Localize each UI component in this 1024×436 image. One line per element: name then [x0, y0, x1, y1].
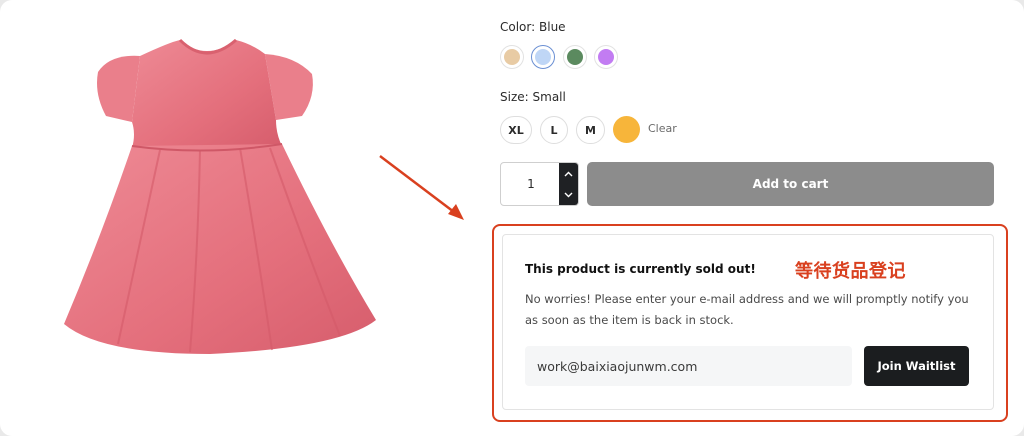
email-field[interactable] [525, 346, 852, 386]
annotation-label: 等待货品登记 [795, 261, 906, 282]
color-label: Color: Blue [500, 20, 566, 34]
size-option-xl[interactable]: XL [500, 116, 532, 144]
product-image [40, 24, 420, 384]
chevron-down-icon[interactable] [559, 184, 578, 205]
quantity-value[interactable]: 1 [501, 163, 561, 205]
add-to-cart-button[interactable]: Add to cart [587, 162, 994, 206]
product-page: Color: Blue Size: Small XL L M Clear 1 A… [0, 0, 1024, 436]
chevron-up-icon[interactable] [559, 163, 578, 184]
sold-out-title: This product is currently sold out! [525, 262, 756, 276]
waitlist-message: No worries! Please enter your e-mail add… [525, 292, 969, 327]
clear-selection-link[interactable]: Clear [648, 122, 677, 135]
size-value: Small [532, 90, 566, 104]
arrow-annotation-icon [379, 155, 464, 220]
color-swatch-purple[interactable] [594, 45, 618, 69]
quantity-stepper[interactable]: 1 [500, 162, 579, 206]
pink-dress-image [64, 38, 376, 354]
color-swatch-beige[interactable] [500, 45, 524, 69]
size-option-m[interactable]: M [576, 116, 605, 144]
color-swatch-blue[interactable] [531, 45, 555, 69]
size-option-selected[interactable] [613, 116, 640, 143]
join-waitlist-button[interactable]: Join Waitlist [864, 346, 969, 386]
color-label-text: Color: [500, 20, 536, 34]
size-label: Size: Small [500, 90, 566, 104]
size-option-l[interactable]: L [540, 116, 568, 144]
size-label-text: Size: [500, 90, 529, 104]
color-swatch-green[interactable] [563, 45, 587, 69]
color-value: Blue [539, 20, 566, 34]
